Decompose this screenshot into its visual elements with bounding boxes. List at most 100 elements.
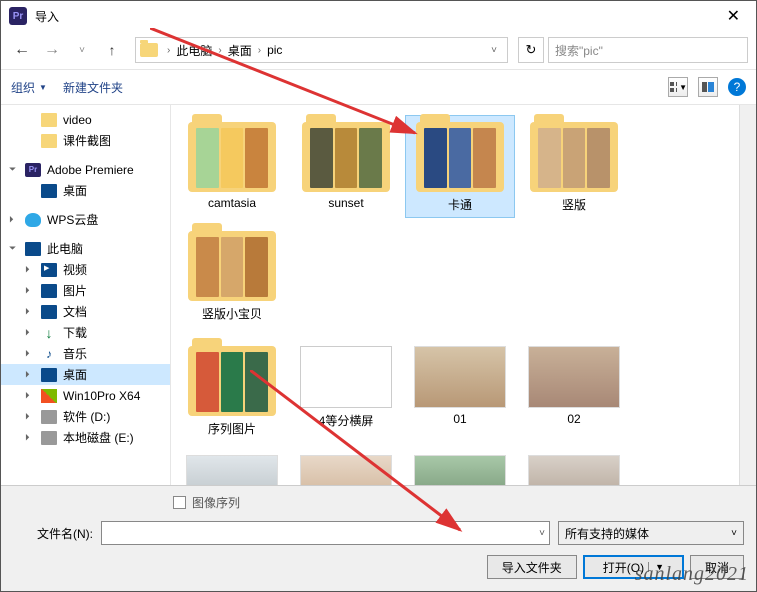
tree-item-desktop[interactable]: ⏵桌面 (1, 364, 170, 385)
search-input[interactable]: 搜索"pic" (548, 37, 748, 63)
image-label: 01 (453, 412, 466, 426)
crumb-pc[interactable]: 此电脑 (173, 42, 215, 59)
image-item[interactable]: 04 (291, 448, 401, 485)
chevron-down-icon: ▼ (39, 83, 47, 92)
chevron-right-icon: › (215, 45, 224, 56)
back-button[interactable]: ← (9, 37, 35, 63)
folder-icon (188, 346, 276, 416)
expand-icon[interactable]: ⏷ (9, 243, 16, 254)
image-label: 02 (567, 412, 580, 426)
address-bar[interactable]: › 此电脑 › 桌面 › pic ˅ (135, 37, 508, 63)
tree-item-video[interactable]: video (1, 109, 170, 130)
nav-bar: ← → ˅ ↑ › 此电脑 › 桌面 › pic ˅ ↻ 搜索"pic" (1, 31, 756, 69)
expand-icon[interactable]: ⏵ (25, 369, 30, 380)
crumb-desktop[interactable]: 桌面 (225, 42, 255, 59)
folder-item[interactable]: 卡通 (405, 115, 515, 218)
file-pane[interactable]: camtasia sunset 卡通 竖版 竖版小宝贝 (171, 105, 739, 485)
folder-item[interactable]: 竖版 (519, 115, 629, 218)
tree-item-premiere[interactable]: ⏷PrAdobe Premiere (1, 159, 170, 180)
expand-icon[interactable]: ⏵ (25, 390, 30, 401)
tree-item-desktop[interactable]: 桌面 (1, 180, 170, 201)
folder-label: 卡通 (448, 196, 472, 213)
close-button[interactable]: ✕ (719, 2, 748, 30)
folder-icon (302, 122, 390, 192)
expand-icon[interactable]: ⏵ (25, 327, 30, 338)
image-thumbnail (300, 346, 392, 408)
image-item[interactable]: 05 (405, 448, 515, 485)
image-item[interactable]: 06 (519, 448, 629, 485)
image-sequence-checkbox[interactable] (173, 496, 186, 509)
chevron-down-icon[interactable]: ˅ (539, 528, 545, 539)
expand-icon[interactable]: ⏷ (9, 164, 16, 175)
image-thumbnail (528, 346, 620, 408)
image-item[interactable]: 4等分横屏 (291, 339, 401, 442)
folder-label: 竖版 (562, 196, 586, 213)
cloud-icon (25, 213, 41, 227)
folder-icon (140, 43, 158, 57)
open-button[interactable]: 打开(O)▼ (583, 555, 684, 579)
forward-button[interactable]: → (39, 37, 65, 63)
up-button[interactable]: ↑ (99, 37, 125, 63)
cancel-button[interactable]: 取消 (690, 555, 744, 579)
refresh-button[interactable]: ↻ (518, 37, 544, 63)
image-sequence-label: 图像序列 (192, 494, 240, 511)
tree-item-documents[interactable]: ⏵文档 (1, 301, 170, 322)
tree-item-videos[interactable]: ⏵视频 (1, 259, 170, 280)
folder-label: camtasia (208, 196, 256, 210)
folder-icon (41, 134, 57, 148)
tree-item-music[interactable]: ⏵♪音乐 (1, 343, 170, 364)
download-icon: ↓ (41, 326, 57, 340)
folder-label: 序列图片 (208, 420, 256, 437)
view-mode-button[interactable]: ▼ (668, 77, 688, 97)
windows-icon (41, 389, 57, 403)
import-folder-button[interactable]: 导入文件夹 (487, 555, 577, 579)
nav-tree: video 课件截图 ⏷PrAdobe Premiere 桌面 ⏵WPS云盘 ⏷… (1, 105, 171, 485)
document-icon (41, 305, 57, 319)
bottom-panel: 图像序列 文件名(N): ˅ 所有支持的媒体 ˅ 导入文件夹 打开(O)▼ 取消 (1, 485, 756, 591)
folder-item[interactable]: sunset (291, 115, 401, 218)
preview-pane-button[interactable] (698, 77, 718, 97)
file-dialog: Pr 导入 ✕ ← → ˅ ↑ › 此电脑 › 桌面 › pic ˅ ↻ 搜索"… (0, 0, 757, 592)
expand-icon[interactable]: ⏵ (25, 285, 30, 296)
folder-item[interactable]: 竖版小宝贝 (177, 224, 287, 327)
help-button[interactable]: ? (728, 78, 746, 96)
premiere-icon: Pr (25, 163, 41, 177)
monitor-icon (41, 184, 57, 198)
file-filter-select[interactable]: 所有支持的媒体 ˅ (558, 521, 744, 545)
scrollbar[interactable] (739, 105, 756, 485)
chevron-down-icon[interactable]: ˅ (485, 45, 503, 56)
folder-icon (416, 122, 504, 192)
folder-item[interactable]: 序列图片 (177, 339, 287, 442)
window-title: 导入 (35, 8, 719, 25)
tree-item-pictures[interactable]: ⏵图片 (1, 280, 170, 301)
tree-item-drive-d[interactable]: ⏵软件 (D:) (1, 406, 170, 427)
tree-item-pc[interactable]: ⏷此电脑 (1, 238, 170, 259)
expand-icon[interactable]: ⏵ (25, 348, 30, 359)
tree-item-screenshot[interactable]: 课件截图 (1, 130, 170, 151)
chevron-down-icon[interactable]: ▼ (648, 562, 664, 572)
organize-menu[interactable]: 组织 ▼ (11, 79, 47, 96)
new-folder-button[interactable]: 新建文件夹 (63, 79, 123, 96)
tree-item-win10[interactable]: ⏵Win10Pro X64 (1, 385, 170, 406)
filename-input[interactable]: ˅ (101, 521, 550, 545)
tree-item-drive-e[interactable]: ⏵本地磁盘 (E:) (1, 427, 170, 448)
expand-icon[interactable]: ⏵ (25, 432, 30, 443)
expand-icon[interactable]: ⏵ (25, 411, 30, 422)
image-sequence-row: 图像序列 (13, 494, 744, 511)
expand-icon[interactable]: ⏵ (25, 264, 30, 275)
tree-item-wps[interactable]: ⏵WPS云盘 (1, 209, 170, 230)
image-item[interactable]: 01 (405, 339, 515, 442)
tree-item-downloads[interactable]: ⏵↓下载 (1, 322, 170, 343)
expand-icon[interactable]: ⏵ (9, 214, 14, 225)
recent-dropdown[interactable]: ˅ (69, 37, 95, 63)
folder-label: sunset (328, 196, 363, 210)
crumb-pic[interactable]: pic (264, 43, 285, 57)
folder-item[interactable]: camtasia (177, 115, 287, 218)
pc-icon (25, 242, 41, 256)
image-item[interactable]: 02 (519, 339, 629, 442)
image-item[interactable]: 03 (177, 448, 287, 485)
image-thumbnail (186, 455, 278, 485)
folder-icon (188, 122, 276, 192)
drive-icon (41, 410, 57, 424)
expand-icon[interactable]: ⏵ (25, 306, 30, 317)
